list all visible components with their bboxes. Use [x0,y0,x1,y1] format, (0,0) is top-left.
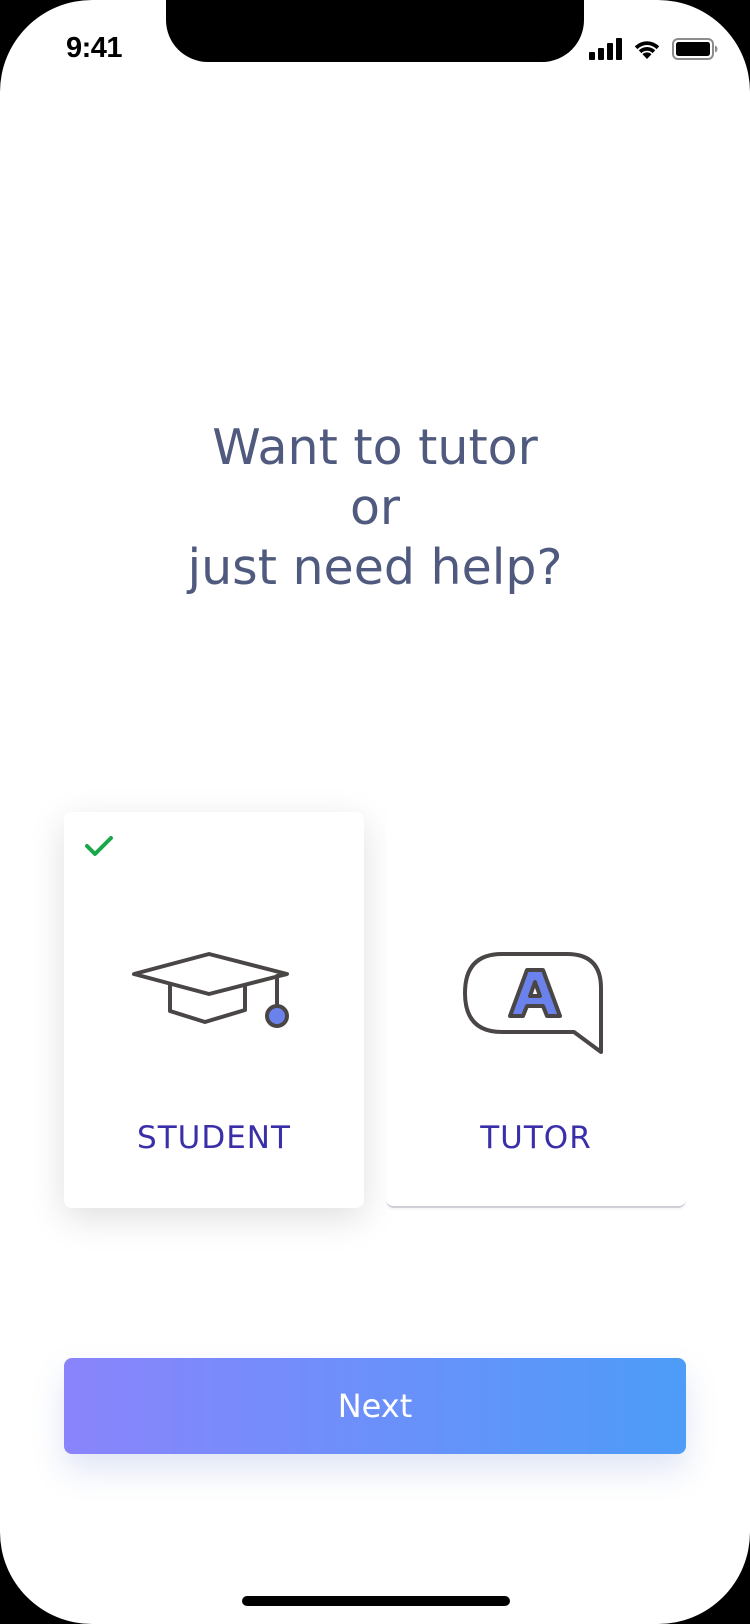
tutor-option-label: TUTOR [480,1120,592,1156]
status-time: 9:41 [66,32,123,64]
device-notch [166,0,584,62]
next-button[interactable]: Next [64,1358,686,1454]
graduation-cap-icon [132,952,289,1028]
speech-bubble-a-icon [463,952,603,1054]
question-line-1: Want to tutor [212,419,538,476]
student-option-label: STUDENT [137,1120,291,1156]
home-indicator[interactable] [242,1596,510,1606]
battery-icon [672,38,718,60]
student-option-card[interactable]: STUDENT [64,812,364,1208]
checkmark-icon [85,836,113,856]
page-question: Want to tutor or just need help? [0,418,750,598]
question-line-2: or [349,479,401,536]
status-icons [589,36,718,62]
tutor-option-card[interactable]: TUTOR [386,812,686,1208]
wifi-icon [634,41,660,59]
phone-screen: 9:41 Want to tutor or just need help? ST… [0,0,750,1624]
question-line-3: just need help? [187,539,563,596]
signal-icon [589,38,622,60]
